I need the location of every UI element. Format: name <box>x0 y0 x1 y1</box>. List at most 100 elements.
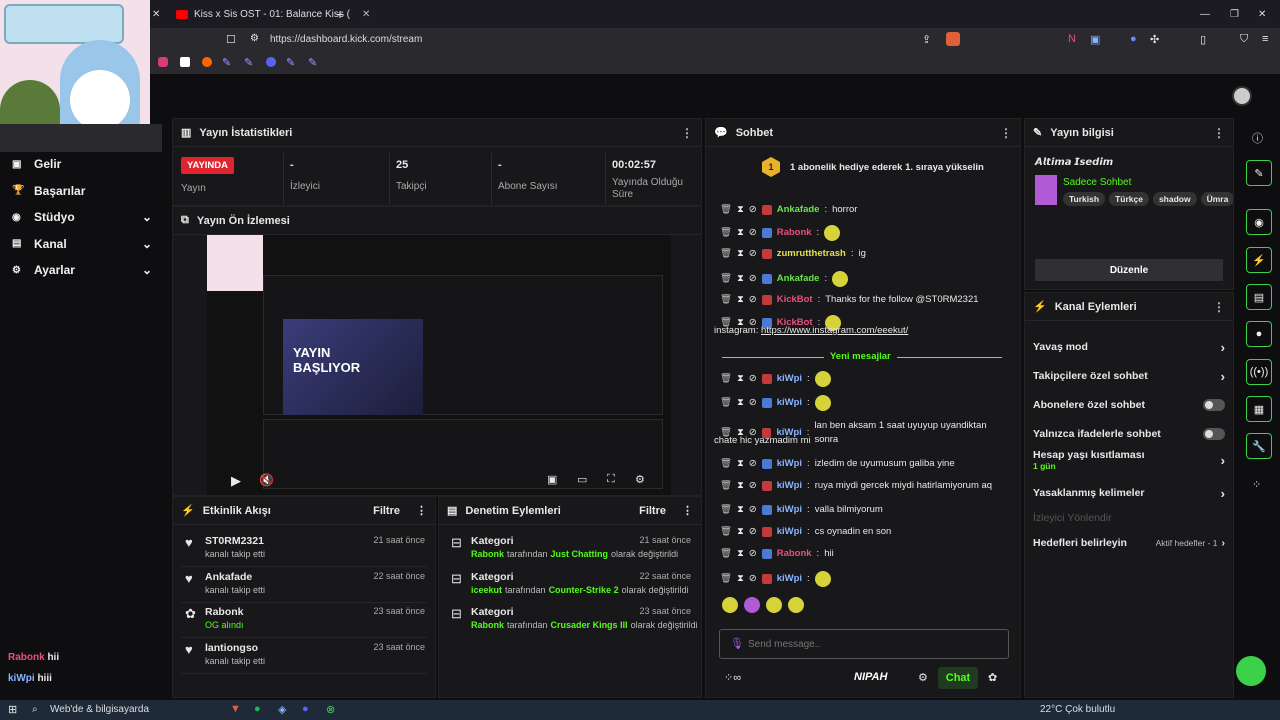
chat-username[interactable]: kiWpi <box>777 372 802 386</box>
chat-username[interactable]: kiWpi <box>777 457 802 471</box>
bookmark-feather-icon[interactable]: ✎ <box>286 56 295 69</box>
chat-bubble-icon[interactable]: ● <box>1246 321 1272 347</box>
sidebar-item-1[interactable]: 🏆 Başarılar <box>0 179 160 203</box>
chevron-down-icon[interactable]: ⌄ <box>142 263 152 277</box>
chevron-right-icon[interactable]: › <box>1221 369 1225 384</box>
tab-close-icon[interactable]: ✕ <box>362 9 370 20</box>
delete-icon[interactable]: 🗑 <box>720 457 732 471</box>
bookmark-circle-icon[interactable] <box>266 57 276 67</box>
delete-icon[interactable]: 🗑 <box>720 247 732 261</box>
preview-video[interactable]: YAYIN BAŞLIYOR ▶ 🔇 ▣ ▭ ⛶ ⚙ <box>207 235 671 495</box>
activity-name[interactable]: Rabonk <box>205 606 244 618</box>
timeout-icon[interactable]: ⧗ <box>737 572 744 586</box>
emote-icon[interactable] <box>744 597 760 613</box>
emote-icon[interactable] <box>722 597 738 613</box>
lightning-icon[interactable]: ⚡ <box>1246 247 1272 273</box>
delete-icon[interactable]: 🗑 <box>720 479 732 493</box>
info-icon[interactable]: ⓘ <box>1252 130 1263 146</box>
delete-icon[interactable]: 🗑 <box>720 226 732 240</box>
activity-name[interactable]: Ankafade <box>205 571 252 583</box>
actor[interactable]: iceekut <box>471 585 502 595</box>
add-widget-icon[interactable]: ⁘ <box>1252 478 1261 491</box>
ban-icon[interactable]: ⊘ <box>749 372 757 386</box>
tag[interactable]: Turkish <box>1063 192 1106 206</box>
chat-username[interactable]: kiWpi <box>777 525 802 539</box>
url-field[interactable]: https://dashboard.kick.com/stream <box>270 34 422 45</box>
tag[interactable]: Ümra <box>1200 192 1233 206</box>
extension-icon[interactable]: N <box>1068 33 1076 45</box>
avatar[interactable] <box>1232 86 1252 106</box>
channel-action-row[interactable]: Takipçilere özel sohbet › <box>1033 364 1225 388</box>
emote-icon[interactable] <box>766 597 782 613</box>
category-name[interactable]: Sadece Sohbet <box>1063 177 1131 188</box>
timeout-icon[interactable]: ⧗ <box>737 479 744 493</box>
extension-icon[interactable]: ▣ <box>1090 33 1100 46</box>
channel-action-row[interactable]: Yalnızca ifadelerle sohbet <box>1033 422 1225 446</box>
more-icon[interactable]: ⋮ <box>416 504 427 517</box>
delete-icon[interactable]: 🗑 <box>720 272 732 286</box>
send-chat-button[interactable]: Chat <box>938 667 978 689</box>
help-button[interactable] <box>1236 656 1266 686</box>
ban-icon[interactable]: ⊘ <box>749 457 757 471</box>
more-icon[interactable]: ⋮ <box>682 504 693 517</box>
ban-icon[interactable]: ⊘ <box>749 203 757 217</box>
ban-icon[interactable]: ⊘ <box>749 247 757 261</box>
amazon-icon[interactable] <box>180 57 190 67</box>
ban-icon[interactable]: ⊘ <box>749 547 757 561</box>
more-icon[interactable]: ⋮ <box>1213 126 1225 140</box>
mute-icon[interactable]: 🔇 <box>259 473 274 487</box>
timeout-icon[interactable]: ⧗ <box>737 272 744 286</box>
delete-icon[interactable]: 🗑 <box>720 396 732 410</box>
instagram-link[interactable]: https://www.instagram.com/eeekut/ <box>761 325 908 336</box>
spotify-icon[interactable]: ● <box>254 703 261 715</box>
chevron-down-icon[interactable]: ⌄ <box>142 210 152 224</box>
delete-icon[interactable]: 🗑 <box>720 547 732 561</box>
chat-input-box[interactable]: 🎙 <box>719 629 1009 659</box>
ban-icon[interactable]: ⊘ <box>749 293 757 307</box>
pip-icon[interactable]: ▣ <box>547 473 557 486</box>
sidebar-active-item[interactable] <box>0 124 162 152</box>
new-tab-icon[interactable]: + <box>336 4 344 24</box>
chat-username[interactable]: Ankafade <box>777 203 820 217</box>
chat-input[interactable] <box>748 636 998 652</box>
play-icon[interactable]: ▶ <box>231 473 241 489</box>
camera-icon[interactable]: ◉ <box>1246 209 1272 235</box>
sidebar-item-4[interactable]: ⚙ Ayarlar ⌄ <box>0 258 160 282</box>
bookmark-feather-icon[interactable]: ✎ <box>244 56 253 69</box>
target[interactable]: Counter-Strike 2 <box>549 585 619 595</box>
broadcast-icon[interactable]: ((•)) <box>1246 359 1272 385</box>
filter-button[interactable]: Filtre <box>373 505 400 517</box>
bookmark-icon[interactable]: ☐ <box>226 33 236 46</box>
chat-username[interactable]: Rabonk <box>777 547 812 561</box>
sidebar-item-2[interactable]: ◉ Stüdyo ⌄ <box>0 205 160 229</box>
gear-icon[interactable]: ✿ <box>988 671 997 684</box>
chat-username[interactable]: kiWpi <box>777 572 802 586</box>
ban-icon[interactable]: ⊘ <box>749 479 757 493</box>
delete-icon[interactable]: 🗑 <box>720 203 732 217</box>
extension-icon[interactable]: ● <box>1130 33 1137 45</box>
ban-icon[interactable]: ⊘ <box>749 572 757 586</box>
delete-icon[interactable]: 🗑 <box>720 572 732 586</box>
toggle-switch[interactable] <box>1203 399 1225 411</box>
chat-username[interactable]: zumrutthetrash <box>777 247 846 261</box>
puzzle-icon[interactable]: ✣ <box>1150 33 1159 46</box>
ban-icon[interactable]: ⊘ <box>749 226 757 240</box>
more-icon[interactable]: ⋮ <box>681 126 693 140</box>
chat-username[interactable]: Rabonk <box>777 226 812 240</box>
wrench-icon[interactable]: 🔧 <box>1246 433 1272 459</box>
more-icon[interactable]: ⋮ <box>1213 300 1225 314</box>
brave-icon[interactable]: ▼ <box>230 703 241 715</box>
timeout-icon[interactable]: ⧗ <box>737 293 744 307</box>
bookmark-feather-icon[interactable]: ✎ <box>308 56 317 69</box>
mic-icon[interactable]: 🎙 <box>730 637 744 650</box>
target[interactable]: Crusader Kings III <box>551 620 628 630</box>
edit-button[interactable]: Düzenle <box>1035 259 1223 281</box>
filter-button[interactable]: Filtre <box>639 505 666 517</box>
xbox-icon[interactable]: ⊗ <box>326 703 335 716</box>
instagram-icon[interactable] <box>158 57 168 67</box>
channel-action-row[interactable]: Hedefleri belirleyin Aktif hedefler - 1 › <box>1033 531 1225 555</box>
chat-username[interactable]: Ankafade <box>777 272 820 286</box>
steam-icon[interactable]: ◈ <box>278 703 286 716</box>
timeout-icon[interactable]: ⧗ <box>737 226 744 240</box>
timeout-icon[interactable]: ⧗ <box>737 525 744 539</box>
